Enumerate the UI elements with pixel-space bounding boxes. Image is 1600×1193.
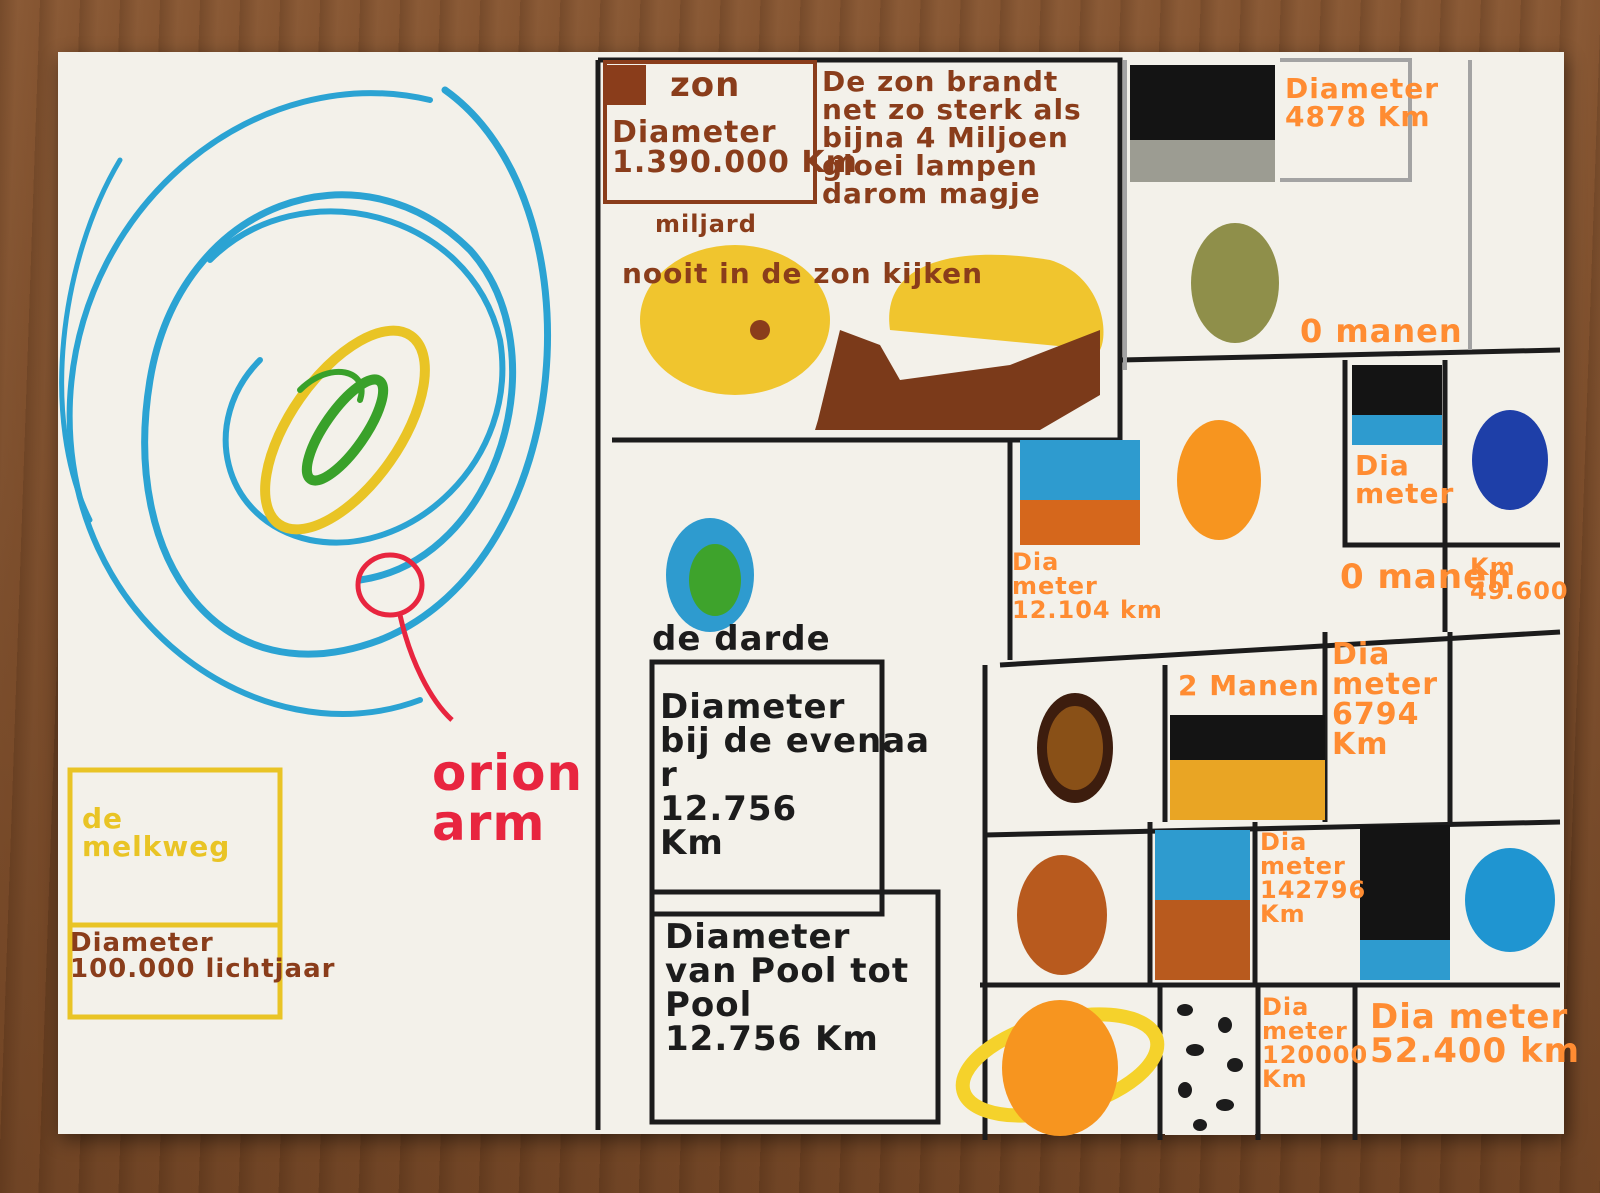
mercury-surface-box xyxy=(1130,65,1275,145)
uranus-diameter: Dia meter 52.400 km xyxy=(1370,997,1581,1071)
sun-diameter: Diameter 1.390.000 Km xyxy=(612,115,858,180)
neptune-icon xyxy=(1472,410,1548,510)
sun-fact: De zon brandt net zo sterk als bijna 4 M… xyxy=(822,65,1082,210)
neptune-diameter: Dia meter xyxy=(1355,449,1455,510)
saturn-diameter: Dia meter 120000 Km xyxy=(1262,993,1369,1093)
saturn-icon xyxy=(1002,1000,1118,1136)
sun-miljard: miljard xyxy=(655,210,757,238)
milky-way-spiral-icon xyxy=(59,86,551,717)
sun-warning: nooit in de zon kijken xyxy=(622,257,984,290)
mercury-icon xyxy=(1191,223,1279,343)
earth-pole-diameter: Diameter van Pool tot Pool 12.756 Km xyxy=(665,917,910,1059)
orion-arm-label: orion arm xyxy=(432,744,584,852)
earth-name: de darde xyxy=(652,619,831,659)
venus-icon xyxy=(1177,420,1261,540)
uranus-icon xyxy=(1465,848,1555,952)
melkweg-diameter: Diameter 100.000 lichtjaar xyxy=(70,928,336,984)
mars-diameter: Dia meter 6794 Km xyxy=(1332,637,1439,762)
earth-equator-diameter: Diameter bij de evenaa r 12.756 Km xyxy=(660,687,931,863)
melkweg-label: de melkweg xyxy=(82,802,231,863)
neptune-km: Km 49.600 xyxy=(1470,553,1569,605)
jupiter-diameter: Dia meter 142796 Km xyxy=(1260,828,1367,928)
sun-name: zon xyxy=(670,65,741,105)
jupiter-icon xyxy=(1017,855,1107,975)
mercury-diameter: Diameter 4878 Km xyxy=(1285,72,1440,133)
mars-moons: 2 Manen xyxy=(1178,669,1320,702)
venus-diameter: Dia meter 12.104 km xyxy=(1012,548,1163,624)
mercury-moons: 0 manen xyxy=(1300,312,1463,350)
